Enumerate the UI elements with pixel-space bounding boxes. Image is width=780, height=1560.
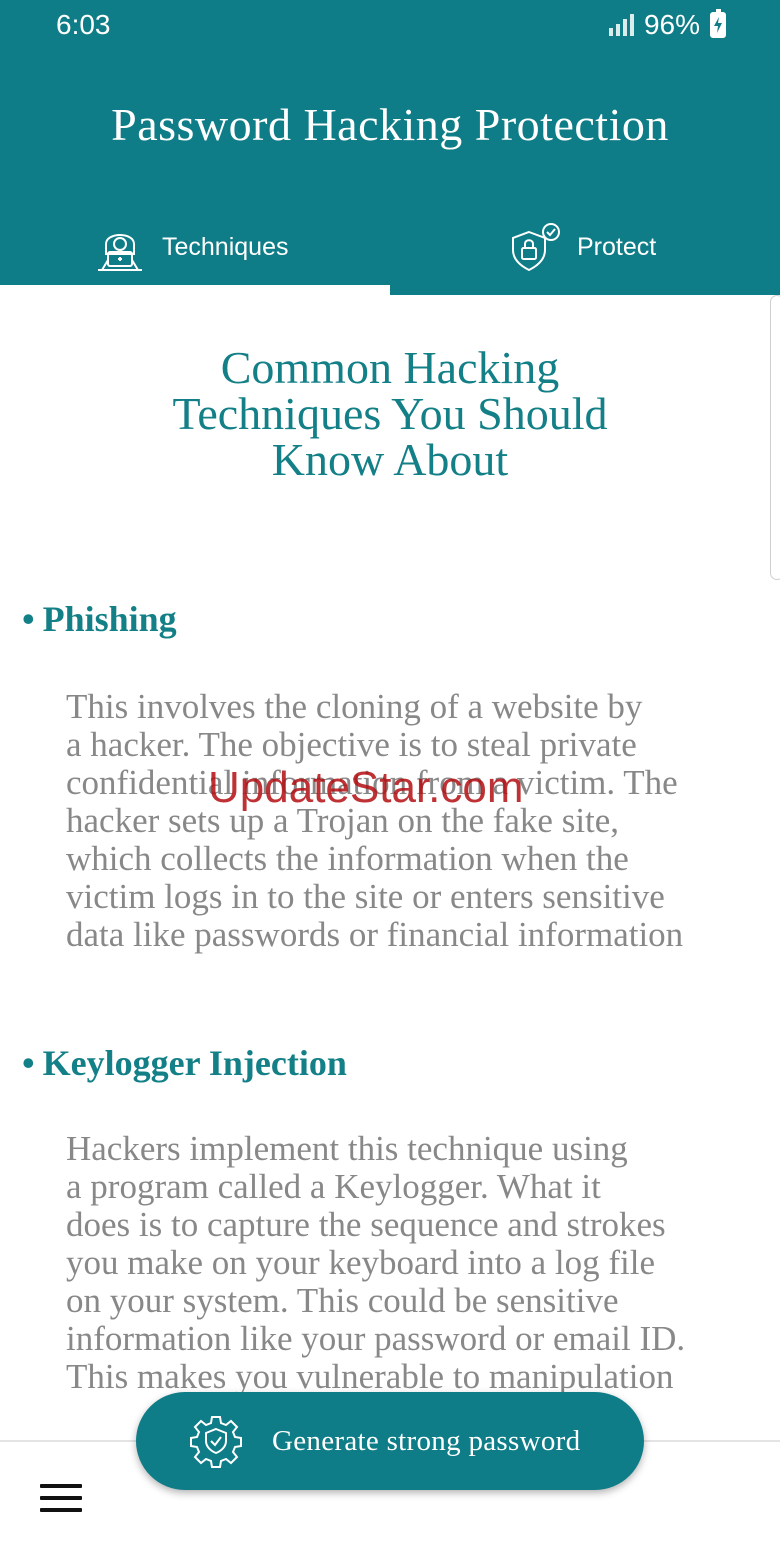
hacker-icon — [98, 233, 142, 271]
tab-indicator — [390, 285, 780, 295]
generate-password-button[interactable]: Generate strong password — [136, 1392, 644, 1490]
status-bar: 6:03 96% — [0, 0, 780, 52]
signal-icon — [608, 14, 634, 36]
tab-techniques-label: Techniques — [162, 233, 289, 261]
gear-shield-icon — [190, 1416, 242, 1468]
shield-lock-icon — [512, 222, 560, 271]
content-scroll[interactable]: Common Hacking Techniques You Should Kno… — [0, 295, 780, 1440]
app-header: 6:03 96% Password Hacking Protection Tec… — [0, 0, 780, 285]
section-title-phishing: • Phishing — [22, 599, 177, 639]
section-body-keylogger: Hackers implement this technique using a… — [66, 1129, 686, 1396]
tab-techniques[interactable]: Techniques — [92, 210, 288, 285]
watermark: UpdateStar.com — [208, 763, 524, 812]
tab-protect-label: Protect — [577, 233, 657, 261]
section-title-keylogger: • Keylogger Injection — [22, 1043, 347, 1083]
page-heading: Common Hacking Techniques You Should Kno… — [172, 342, 608, 485]
section-body-phishing: This involves the cloning of a website b… — [66, 687, 684, 954]
menu-icon[interactable] — [40, 1484, 82, 1516]
tab-bar: Techniques Protect — [0, 210, 780, 285]
generate-password-label: Generate strong password — [272, 1424, 581, 1457]
battery-icon — [710, 9, 726, 38]
tab-protect[interactable]: Protect — [507, 210, 656, 285]
battery-percent: 96% — [643, 9, 700, 40]
status-time: 6:03 — [56, 9, 111, 40]
app-title: Password Hacking Protection — [111, 99, 669, 150]
scrollbar[interactable] — [770, 295, 780, 580]
